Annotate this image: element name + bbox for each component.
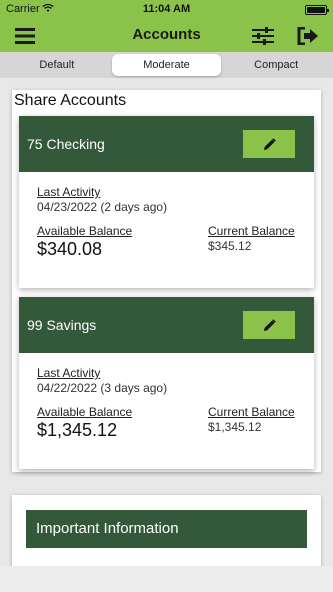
edit-account-button[interactable] — [243, 130, 295, 158]
available-balance-label: Available Balance — [37, 405, 133, 419]
status-bar: Carrier 11:04 AM — [0, 0, 333, 20]
current-balance-label: Current Balance — [208, 224, 295, 238]
edit-account-button[interactable] — [243, 311, 295, 339]
battery-icon — [305, 5, 329, 15]
account-card-header: 75 Checking — [19, 116, 314, 172]
last-activity-value: 04/23/2022 (2 days ago) — [37, 200, 168, 214]
account-card-body: Last Activity 04/23/2022 (2 days ago) Av… — [19, 172, 314, 288]
segment-moderate[interactable]: Moderate — [111, 54, 222, 76]
bottom-bar — [0, 566, 333, 592]
hamburger-menu-icon — [15, 28, 35, 44]
account-name: 75 Checking — [27, 136, 105, 152]
nav-bar: Accounts — [0, 20, 333, 52]
available-balance-value: $340.08 — [37, 239, 103, 259]
segment-compact[interactable]: Compact — [221, 54, 331, 76]
available-balance-value: $1,345.12 — [37, 420, 118, 440]
section-title: Share Accounts — [14, 92, 127, 109]
view-mode-selector: Default Moderate Compact — [0, 52, 333, 78]
important-info-title: Important Information — [36, 520, 179, 537]
important-info-header[interactable]: Important Information — [26, 510, 307, 548]
last-activity-value: 04/22/2022 (3 days ago) — [37, 381, 168, 395]
pencil-icon — [263, 318, 276, 331]
current-balance-value: $345.12 — [208, 239, 252, 253]
available-balance-label: Available Balance — [37, 224, 133, 238]
segment-default[interactable]: Default — [2, 54, 112, 76]
account-card-savings[interactable]: 99 Savings Last Activity 04/22/2022 (3 d… — [19, 297, 314, 469]
logout-icon — [297, 27, 318, 45]
page-title: Accounts — [132, 26, 201, 43]
account-name: 99 Savings — [27, 317, 97, 333]
last-activity-label: Last Activity — [37, 185, 101, 199]
filter-button[interactable] — [250, 24, 276, 48]
logout-button[interactable] — [295, 24, 321, 48]
share-accounts-panel: Share Accounts 75 Checking Last Activity… — [12, 90, 321, 472]
current-balance-value: $1,345.12 — [208, 420, 262, 434]
last-activity-label: Last Activity — [37, 366, 101, 380]
menu-button[interactable] — [12, 24, 38, 48]
account-card-checking[interactable]: 75 Checking Last Activity 04/23/2022 (2 … — [19, 116, 314, 288]
account-card-body: Last Activity 04/22/2022 (3 days ago) Av… — [19, 353, 314, 469]
account-card-header: 99 Savings — [19, 297, 314, 353]
current-balance-label: Current Balance — [208, 405, 295, 419]
sliders-icon — [252, 27, 274, 45]
status-time: 11:04 AM — [142, 3, 191, 15]
pencil-icon — [263, 137, 276, 150]
